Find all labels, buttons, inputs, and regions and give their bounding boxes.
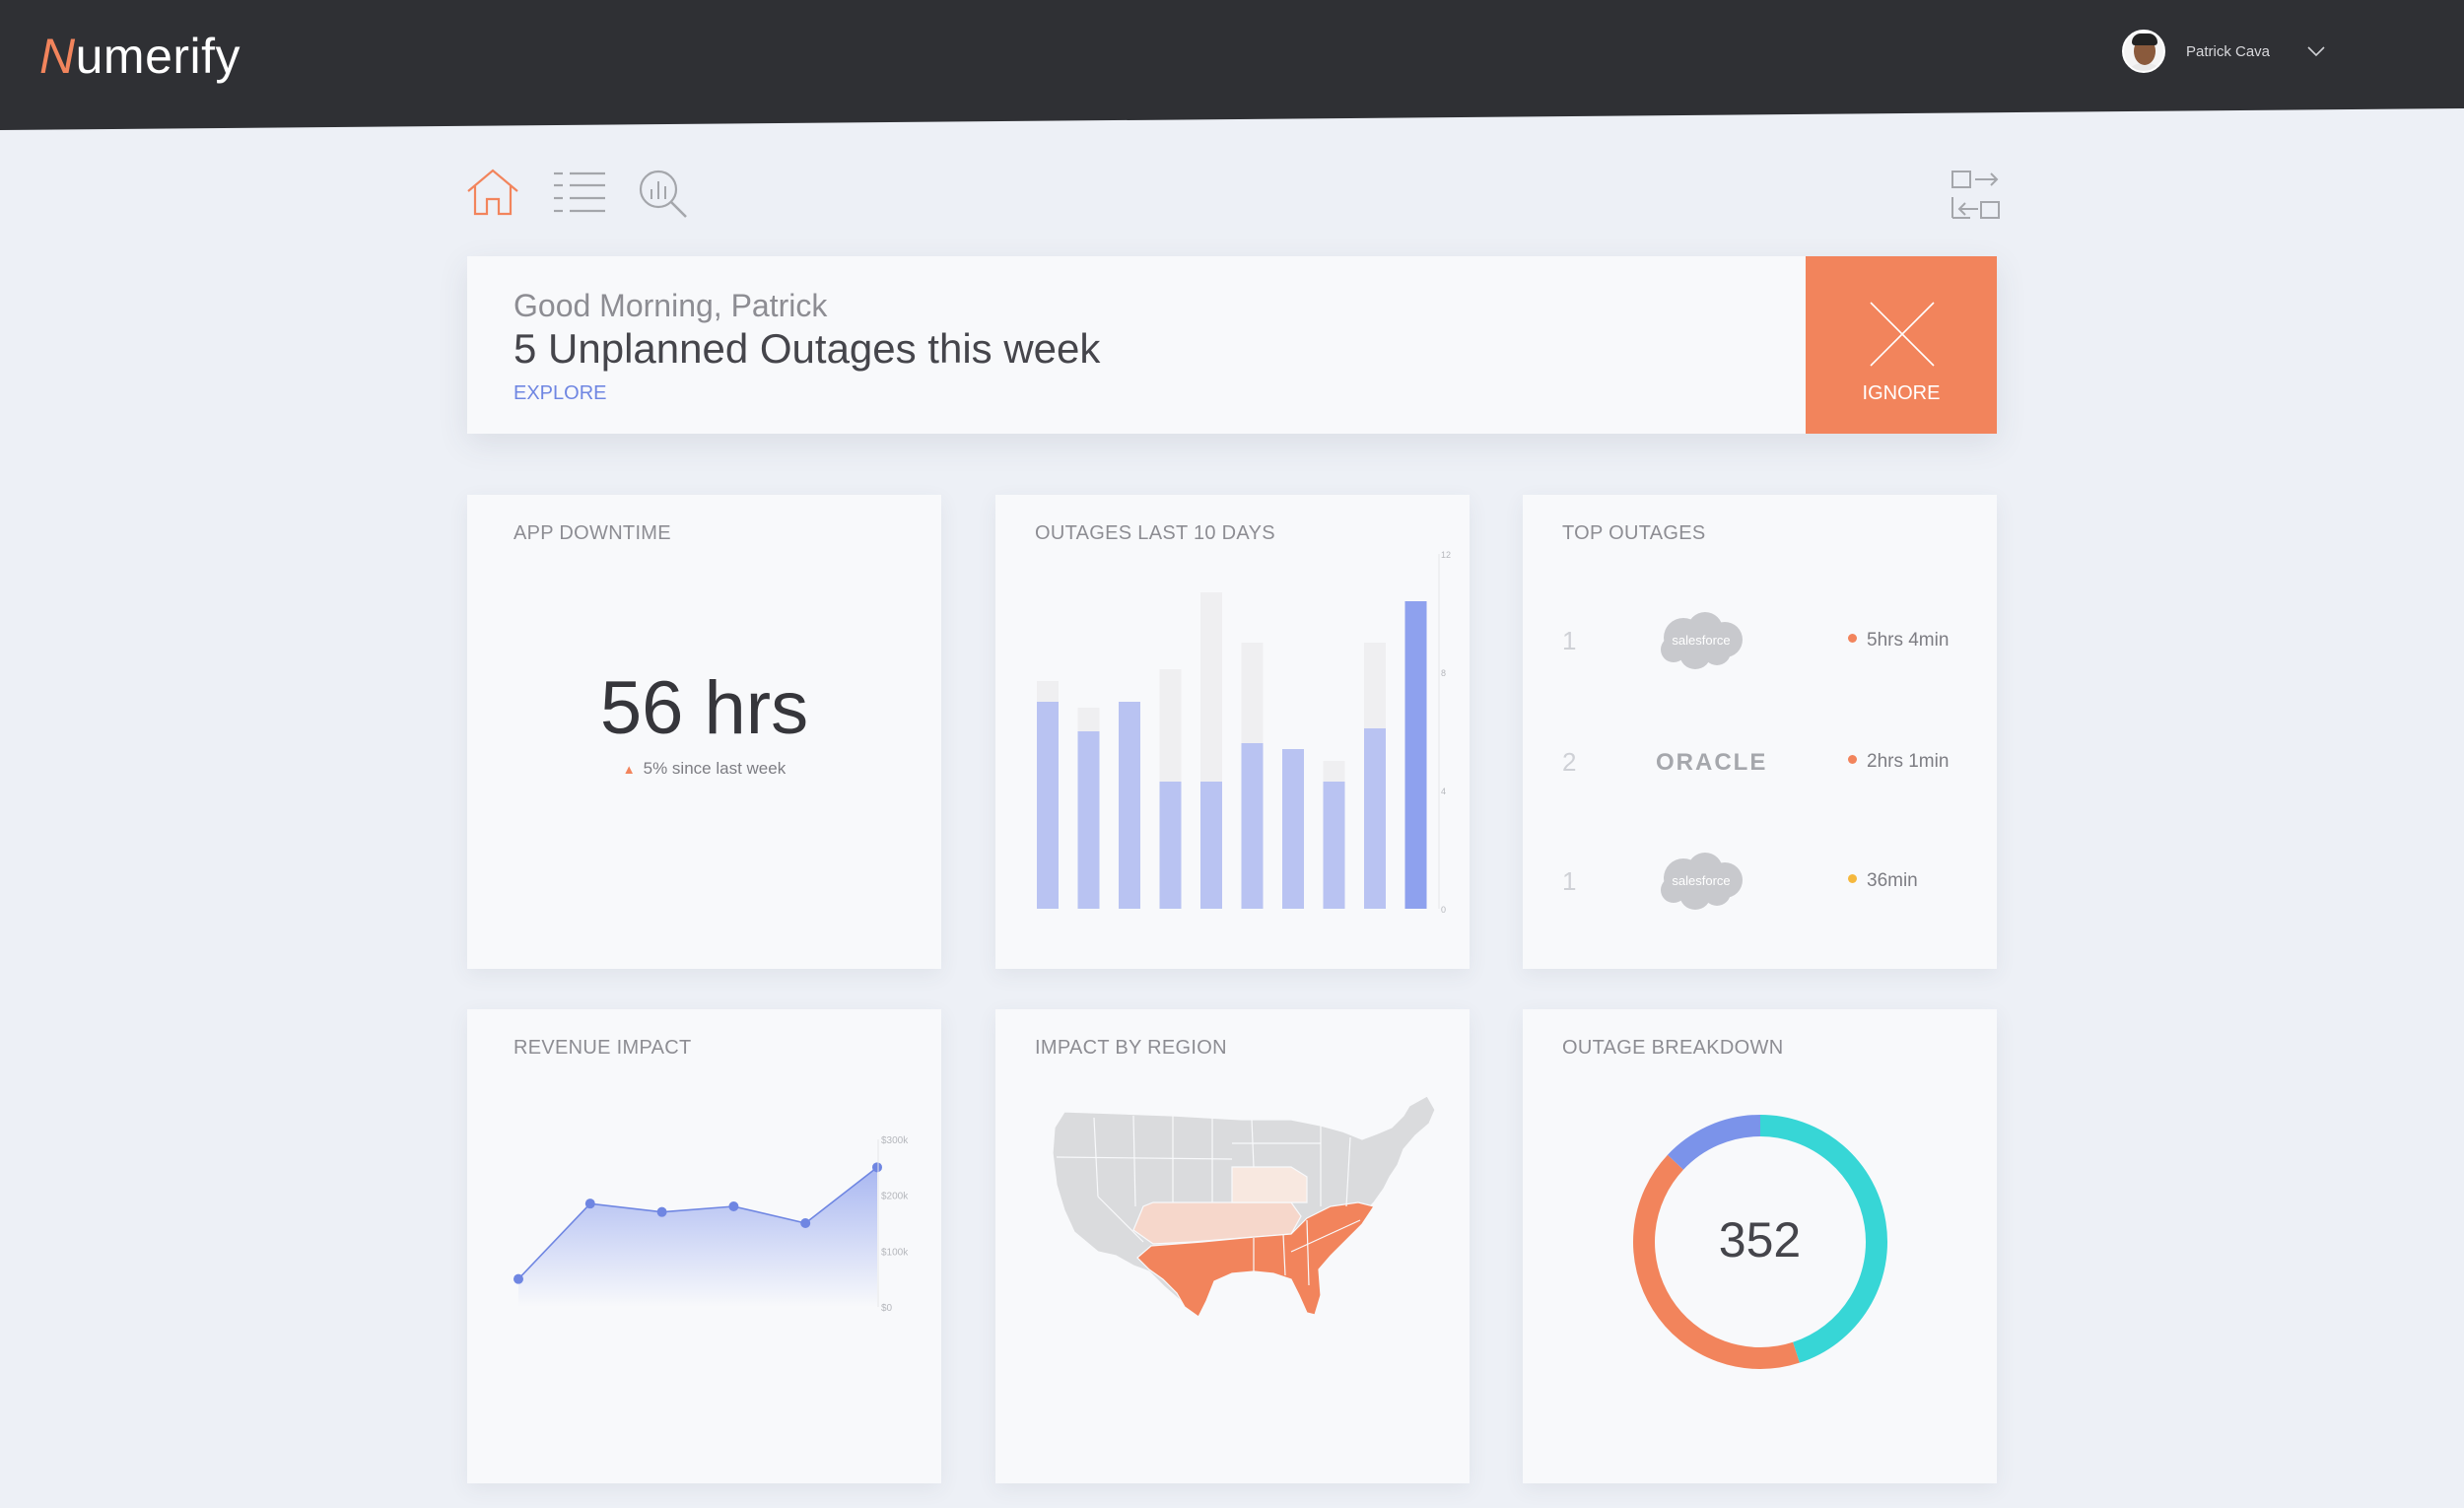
close-icon: [1870, 302, 1935, 367]
bar: [1241, 743, 1264, 909]
home-icon[interactable]: [465, 168, 520, 217]
oracle-logo: ORACLE: [1656, 749, 1768, 776]
outage-duration: 36min: [1848, 870, 1918, 892]
svg-text:salesforce: salesforce: [1672, 873, 1730, 888]
y-tick-label: 0: [1441, 905, 1446, 915]
trend-up-icon: ▲: [622, 762, 636, 777]
y-tick-label: $300k: [881, 1135, 909, 1146]
impact-by-region-card[interactable]: IMPACT BY REGION: [995, 1009, 1470, 1483]
list-item[interactable]: 2 ORACLE 2hrs 1min: [1562, 731, 1976, 790]
data-point: [872, 1162, 882, 1173]
bar: [1404, 601, 1427, 909]
y-tick-label: $100k: [881, 1247, 909, 1258]
y-tick-label: $200k: [881, 1192, 909, 1202]
area-fill: [518, 1167, 877, 1307]
outages-bar-chart: 0 4 8 12: [1037, 550, 1451, 915]
bar: [1119, 702, 1140, 909]
card-title: TOP OUTAGES: [1562, 522, 1706, 544]
swap-layout-icon[interactable]: [1951, 170, 2001, 221]
downtime-value: 56 hrs: [599, 666, 809, 750]
greeting: Good Morning, Patrick: [513, 288, 828, 323]
data-point: [513, 1273, 523, 1284]
bar: [1364, 728, 1386, 909]
list-item[interactable]: 1 salesforce 36min: [1562, 851, 1976, 910]
ignore-button[interactable]: IGNORE: [1806, 256, 1997, 434]
outage-duration: 5hrs 4min: [1848, 630, 1949, 651]
list-icon[interactable]: [554, 171, 605, 213]
rank: 2: [1562, 747, 1577, 777]
status-dot: [1848, 755, 1857, 765]
salesforce-logo: salesforce: [1661, 612, 1743, 669]
ignore-label: IGNORE: [1862, 382, 1941, 404]
top-outages-card[interactable]: TOP OUTAGES 1 salesforce 5hrs 4min 2 ORA…: [1523, 495, 1997, 969]
list-item[interactable]: 1 salesforce 5hrs 4min: [1562, 610, 1976, 669]
chevron-down-icon[interactable]: [2307, 45, 2325, 57]
card-title: APP DOWNTIME: [513, 522, 671, 544]
revenue-impact-card[interactable]: REVENUE IMPACT $0 $100k $200k $300k: [467, 1009, 941, 1483]
bar: [1077, 731, 1100, 909]
data-point: [656, 1206, 667, 1217]
us-region-map[interactable]: [995, 1009, 1470, 1483]
svg-text:salesforce: salesforce: [1672, 633, 1730, 648]
bar: [1282, 749, 1304, 909]
bar: [1200, 782, 1222, 909]
app-downtime-card[interactable]: APP DOWNTIME 56 hrs ▲ 5% since last week: [467, 495, 941, 969]
banner-headline: 5 Unplanned Outages this week: [513, 325, 1101, 372]
y-tick-label: 4: [1441, 787, 1446, 796]
avatar[interactable]: [2122, 30, 2165, 73]
donut-segment: [1667, 1115, 1761, 1170]
outage-duration: 2hrs 1min: [1848, 751, 1949, 773]
explore-link[interactable]: EXPLORE: [513, 382, 606, 405]
app-logo[interactable]: Numerify: [39, 28, 240, 85]
outage-breakdown-card[interactable]: OUTAGE BREAKDOWN 352: [1523, 1009, 1997, 1483]
outages-card[interactable]: OUTAGES LAST 10 DAYS 0 4 8 12: [995, 495, 1470, 969]
donut-total: 352: [1718, 1212, 1802, 1268]
data-point: [728, 1201, 739, 1211]
revenue-area-chart: $0 $100k $200k $300k: [513, 1135, 909, 1314]
data-point: [584, 1199, 595, 1209]
bar: [1159, 782, 1182, 909]
bar: [1323, 782, 1345, 909]
y-tick-label: 8: [1441, 668, 1446, 678]
rank: 1: [1562, 866, 1577, 896]
data-point: [800, 1218, 811, 1228]
status-dot: [1848, 874, 1857, 884]
outage-banner: Good Morning, Patrick 5 Unplanned Outage…: [467, 256, 1997, 434]
downtime-delta: ▲ 5% since last week: [622, 759, 787, 778]
y-tick-label: $0: [881, 1303, 893, 1314]
map-region-midwest: [1231, 1166, 1308, 1203]
top-bar-background: [0, 0, 2464, 130]
analytics-search-icon[interactable]: [639, 170, 690, 219]
bar: [1037, 702, 1059, 909]
top-bar: Numerify Patrick Cava: [0, 0, 2464, 130]
status-dot: [1848, 634, 1857, 644]
y-tick-label: 12: [1441, 550, 1451, 560]
user-menu[interactable]: Patrick Cava: [2122, 30, 2325, 73]
salesforce-logo: salesforce: [1661, 853, 1743, 910]
rank: 1: [1562, 626, 1577, 655]
user-name: Patrick Cava: [2186, 42, 2271, 60]
